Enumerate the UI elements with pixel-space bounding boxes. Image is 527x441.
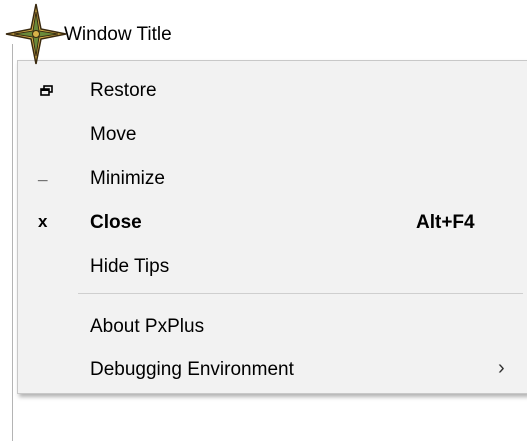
menu-item-shortcut: Alt+F4 <box>416 212 475 233</box>
compass-star-icon[interactable] <box>4 2 68 66</box>
window-frame-left-border <box>12 44 13 441</box>
menu-item-move[interactable]: Move <box>18 112 527 156</box>
menu-separator <box>78 293 523 294</box>
window-title: Window Title <box>64 24 172 45</box>
menu-item-label: Minimize <box>90 168 165 189</box>
menu-item-minimize[interactable]: _ Minimize <box>18 156 527 200</box>
title-bar[interactable]: Window Title <box>0 0 527 65</box>
system-menu: Restore Move _ Minimize x Close Alt+F4 H… <box>17 60 527 394</box>
menu-item-label: Close <box>90 212 142 233</box>
close-icon: x <box>38 212 48 231</box>
menu-item-label: Move <box>90 124 137 145</box>
menu-item-about-pxplus[interactable]: About PxPlus <box>18 304 527 348</box>
menu-item-label: Debugging Environment <box>90 359 294 380</box>
menu-item-hide-tips[interactable]: Hide Tips <box>18 244 527 288</box>
menu-item-label: About PxPlus <box>90 316 205 337</box>
menu-item-label: Hide Tips <box>90 256 170 277</box>
minimize-icon: _ <box>38 164 48 183</box>
menu-item-label: Restore <box>90 80 157 101</box>
menu-item-debugging-environment[interactable]: Debugging Environment › <box>18 347 527 391</box>
restore-icon <box>40 85 53 96</box>
menu-item-close[interactable]: x Close Alt+F4 <box>18 200 527 244</box>
menu-item-restore[interactable]: Restore <box>18 68 527 112</box>
chevron-right-icon: › <box>498 357 505 379</box>
